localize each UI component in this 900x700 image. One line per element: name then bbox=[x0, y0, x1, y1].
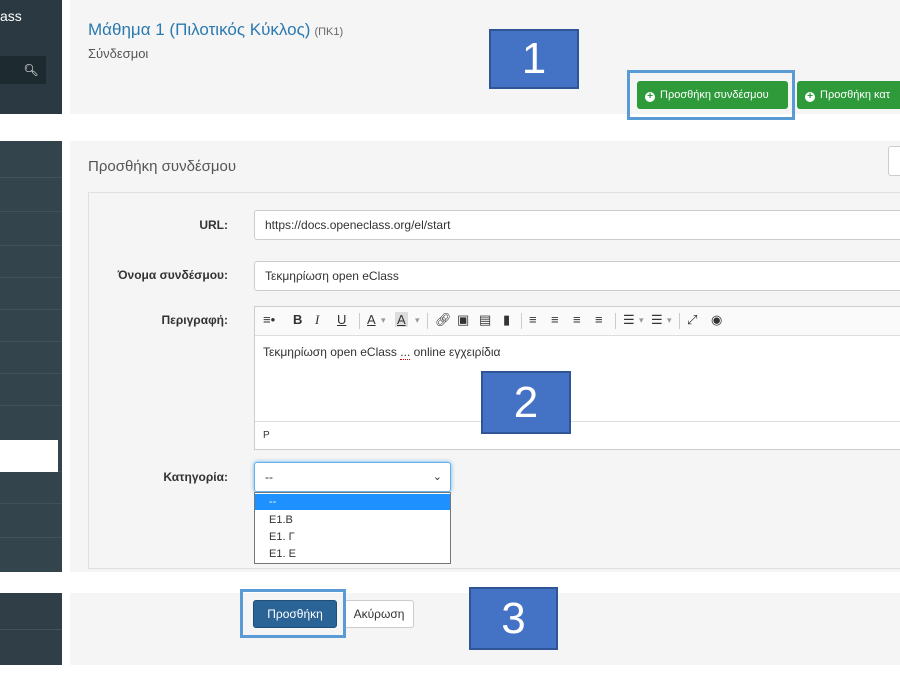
chevron-down-icon[interactable]: ▾ bbox=[639, 315, 644, 326]
sidebar-item[interactable] bbox=[0, 405, 62, 406]
sidebar-bottom bbox=[0, 593, 62, 665]
link-icon[interactable]: 🔗︎ bbox=[435, 312, 452, 328]
sidebar-item[interactable] bbox=[0, 211, 62, 212]
fullscreen-icon[interactable]: ⤢ bbox=[687, 312, 697, 328]
category-selected-value: -- bbox=[265, 470, 273, 484]
add-category-button[interactable]: + Προσθήκη κατ bbox=[797, 81, 900, 109]
editor-content[interactable]: Τεκμηρίωση open eClass ... online εγχειρ… bbox=[263, 345, 500, 360]
format-icon[interactable]: ≡• bbox=[263, 312, 275, 327]
editor-toolbar: ≡• B I U A ▾ A ▾ 🔗︎ ▣ ▤ ▮ ≡ ≡ ≡ ≡ ☰ ▾ ☰ … bbox=[255, 307, 900, 336]
url-input[interactable]: https://docs.openeclass.org/el/start bbox=[254, 210, 900, 240]
search-icon[interactable]: 🔍︎ bbox=[20, 60, 42, 80]
sidebar-item-active[interactable] bbox=[0, 440, 58, 472]
underline-icon[interactable]: U bbox=[337, 312, 346, 327]
sidebar-item[interactable] bbox=[0, 373, 62, 374]
sidebar-item[interactable] bbox=[0, 537, 62, 538]
highlight-box-add-link bbox=[627, 70, 795, 120]
link-name-label: Όνομα συνδέσμου: bbox=[117, 268, 228, 282]
sidebar-item[interactable] bbox=[0, 341, 62, 342]
url-label: URL: bbox=[199, 218, 228, 232]
media-icon[interactable]: ▤ bbox=[479, 312, 491, 328]
category-select[interactable]: -- ⌄ bbox=[254, 462, 451, 492]
category-label: Κατηγορία: bbox=[163, 470, 228, 484]
align-justify-icon[interactable]: ≡ bbox=[595, 312, 603, 327]
sidebar-top: ass 🔍︎ bbox=[0, 0, 62, 114]
callout-2: 2 bbox=[481, 371, 571, 434]
bg-color-icon[interactable]: A bbox=[395, 312, 408, 327]
editor-statusbar: P bbox=[255, 421, 900, 449]
text-color-icon[interactable]: A bbox=[367, 312, 376, 327]
sidebar-item[interactable] bbox=[0, 629, 62, 630]
form-heading: Προσθήκη συνδέσμου bbox=[88, 158, 237, 175]
sidebar-search-input[interactable]: 🔍︎ bbox=[0, 56, 46, 84]
plus-circle-icon: + bbox=[805, 92, 815, 102]
sidebar-item[interactable] bbox=[0, 277, 62, 278]
sidebar-item[interactable] bbox=[0, 309, 62, 310]
sidebar-menu bbox=[0, 141, 62, 572]
chevron-down-icon[interactable]: ▾ bbox=[381, 315, 386, 326]
bullet-list-icon[interactable]: ☰ bbox=[623, 312, 635, 328]
chevron-down-icon: ⌄ bbox=[432, 471, 442, 483]
callout-1: 1 bbox=[489, 29, 579, 89]
description-editor[interactable]: ≡• B I U A ▾ A ▾ 🔗︎ ▣ ▤ ▮ ≡ ≡ ≡ ≡ ☰ ▾ ☰ … bbox=[254, 306, 900, 450]
category-option[interactable]: Ε1. Γ bbox=[255, 529, 450, 545]
align-center-icon[interactable]: ≡ bbox=[551, 312, 559, 327]
sidebar-item[interactable] bbox=[0, 177, 62, 178]
highlight-box-submit bbox=[240, 589, 346, 638]
numbered-list-icon[interactable]: ☰ bbox=[651, 312, 663, 328]
description-label: Περιγραφή: bbox=[161, 313, 228, 327]
chevron-down-icon[interactable]: ▾ bbox=[415, 315, 420, 326]
image-icon[interactable]: ▣ bbox=[457, 312, 469, 328]
italic-icon[interactable]: I bbox=[315, 312, 319, 328]
bold-icon[interactable]: B bbox=[293, 312, 302, 327]
course-title[interactable]: Μάθημα 1 (Πιλοτικός Κύκλος) (ΠΚ1) bbox=[88, 20, 343, 40]
course-code: (ΠΚ1) bbox=[314, 26, 344, 38]
course-title-text[interactable]: Μάθημα 1 (Πιλοτικός Κύκλος) bbox=[88, 20, 310, 39]
logo-text: ass bbox=[0, 8, 22, 24]
callout-3: 3 bbox=[469, 587, 558, 650]
link-name-input[interactable]: Τεκμηρίωση open eClass bbox=[254, 261, 900, 291]
sidebar-item[interactable] bbox=[0, 503, 62, 504]
page-subtitle: Σύνδεσμοι bbox=[88, 46, 149, 61]
chevron-down-icon[interactable]: ▾ bbox=[667, 315, 672, 326]
align-right-icon[interactable]: ≡ bbox=[573, 312, 581, 327]
category-option[interactable]: Ε1.Β bbox=[255, 512, 450, 528]
cancel-button[interactable]: Ακύρωση bbox=[344, 600, 414, 628]
category-option[interactable]: -- bbox=[255, 494, 450, 510]
sidebar-item[interactable] bbox=[0, 245, 62, 246]
category-dropdown: -- Ε1.Β Ε1. Γ Ε1. Ε bbox=[254, 492, 451, 564]
align-left-icon[interactable]: ≡ bbox=[529, 312, 537, 327]
back-button[interactable] bbox=[888, 146, 900, 176]
category-option[interactable]: Ε1. Ε bbox=[255, 546, 450, 562]
file-icon[interactable]: ▮ bbox=[503, 312, 510, 328]
add-category-label: Προσθήκη κατ bbox=[820, 89, 891, 101]
preview-eye-icon[interactable]: ◉ bbox=[711, 312, 722, 328]
